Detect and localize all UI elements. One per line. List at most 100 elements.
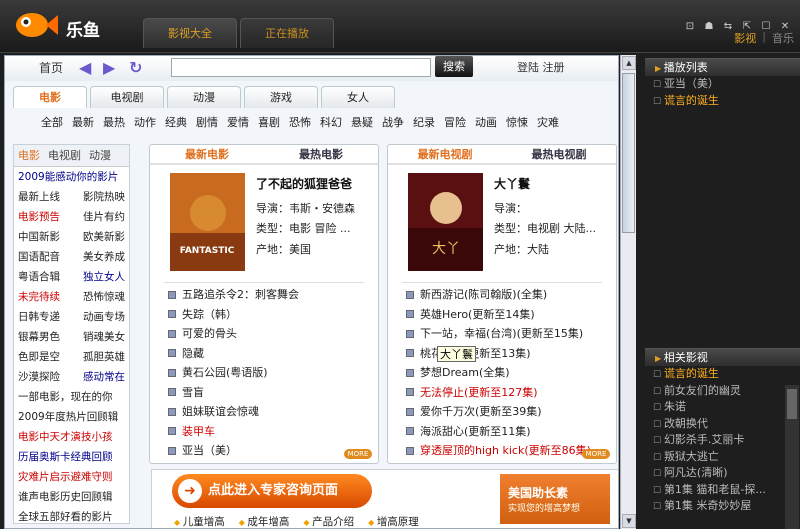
left-tab-movie[interactable]: 电影 [18,145,40,166]
forward-arrow-icon[interactable]: ▶ [103,58,115,77]
category-link[interactable]: 粤语合辑 [18,267,60,287]
related-item[interactable]: 朱诺 [645,399,800,416]
tab-women[interactable]: 女人 [321,86,395,108]
category-link[interactable]: 欧美新影 [83,227,125,247]
category-link[interactable]: 动画专场 [83,307,125,327]
related-item[interactable]: 第1集 猫和老鼠-探... [645,482,800,499]
left-tab-tv[interactable]: 电视剧 [48,145,81,166]
category-link[interactable]: 2009能感动你的影片 [18,167,118,187]
list-item[interactable]: 英雄Hero(更新至14集) [406,305,616,325]
list-item[interactable]: 五路追杀令2：刺客舞会 [168,285,378,305]
consult-button[interactable]: ➜ 点此进入专家咨询页面 [172,474,372,508]
more-button[interactable]: MORE [344,449,372,459]
item-title[interactable]: 海派甜心(更新至11集) [420,422,531,442]
more-button[interactable]: MORE [582,449,610,459]
category-link[interactable]: 感动常在 [83,367,125,387]
item-title[interactable]: 梦想Dream(全集) [420,363,510,383]
category-link[interactable]: 2009年度热片回顾辑 [18,407,118,427]
skin-icon[interactable]: ⊡ [683,20,697,34]
genre-filter-item[interactable]: 最新 [72,114,94,130]
tab-hot-movies[interactable]: 最热电影 [264,145,378,163]
list-item[interactable]: 失踪（韩） [168,305,378,325]
related-item[interactable]: 前女友们的幽灵 [645,383,800,400]
genre-filter-item[interactable]: 动画 [475,114,497,130]
item-title[interactable]: 装甲车 [182,422,215,442]
scroll-up-icon[interactable]: ▲ [622,56,636,70]
item-title[interactable]: 下一站，幸福(台湾)(更新至15集) [420,324,583,344]
genre-filter-item[interactable]: 纪录 [413,114,435,130]
category-link[interactable]: 国语配音 [18,247,60,267]
ad-link[interactable]: 产品介绍 [303,514,354,528]
main-scrollbar[interactable]: ▲ ▼ [620,55,636,529]
search-input[interactable] [171,58,431,77]
movie-title[interactable]: 了不起的狐狸爸爸 [256,175,352,192]
genre-filter-item[interactable]: 灾难 [537,114,559,130]
category-link[interactable]: 影院热映 [83,187,125,207]
playlist-item[interactable]: 谎言的诞生 [645,93,800,110]
related-item[interactable]: 第1集 米奇妙妙屋 [645,498,800,515]
ad-image[interactable]: 美国助长素 实现您的增高梦想 [500,474,610,524]
item-title[interactable]: 隐藏 [182,344,204,364]
genre-filter-item[interactable]: 喜剧 [258,114,280,130]
genre-filter-item[interactable]: 最热 [103,114,125,130]
playlist-header[interactable]: 播放列表 [645,58,800,76]
ad-link[interactable]: 儿童增高 [174,514,225,528]
category-link[interactable]: 电影中天才演技小孩 [18,427,113,447]
genre-filter-item[interactable]: 剧情 [196,114,218,130]
tab-anime[interactable]: 动漫 [167,86,241,108]
category-link[interactable]: 历届奥斯卡经典回顾 [18,447,113,467]
scroll-down-icon[interactable]: ▼ [622,514,636,528]
left-tab-anime[interactable]: 动漫 [89,145,111,166]
search-button[interactable]: 搜索 [435,56,473,77]
list-item[interactable]: 隐藏 [168,344,378,364]
category-link[interactable]: 独立女人 [83,267,125,287]
category-link[interactable]: 沙漠探险 [18,367,60,387]
login-label[interactable]: 登陆 [517,61,539,74]
related-item[interactable]: 阿凡达(清晰) [645,465,800,482]
category-link[interactable]: 未完待续 [18,287,60,307]
list-item[interactable]: 雪盲 [168,383,378,403]
category-link[interactable]: 销魂美女 [83,327,125,347]
category-link[interactable]: 谁声电影历史回顾辑 [18,487,113,507]
category-link[interactable]: 美女养成 [83,247,125,267]
related-item[interactable]: 叛狱大逃亡 [645,449,800,466]
category-link[interactable]: 佳片有约 [83,207,125,227]
register-label[interactable]: 注册 [543,61,565,74]
genre-filter-item[interactable]: 爱情 [227,114,249,130]
item-title[interactable]: 无法停止(更新至127集) [420,383,538,403]
genre-filter-item[interactable]: 全部 [41,114,63,130]
related-scrollbar[interactable] [785,385,799,529]
ad-link[interactable]: 增高原理 [368,514,419,528]
tab-movie[interactable]: 电影 [13,86,87,108]
item-title[interactable]: 亚当（美） [182,441,237,461]
scroll-thumb[interactable] [787,389,797,419]
scroll-thumb[interactable] [622,73,635,233]
genre-filter-item[interactable]: 动作 [134,114,156,130]
tab-now-playing[interactable]: 正在播放 [240,18,334,48]
item-title[interactable]: 爱你千万次(更新至39集) [420,402,542,422]
item-title[interactable]: 五路追杀令2：刺客舞会 [182,285,299,305]
list-item[interactable]: 海派甜心(更新至11集) [406,422,616,442]
related-item[interactable]: 谎言的诞生 [645,366,800,383]
genre-filter-item[interactable]: 恐怖 [289,114,311,130]
tab-tv[interactable]: 电视剧 [90,86,164,108]
item-title[interactable]: 黄石公园(粤语版) [182,363,268,383]
category-link[interactable]: 银幕男色 [18,327,60,347]
tab-game[interactable]: 游戏 [244,86,318,108]
category-link[interactable]: 最新上线 [18,187,60,207]
category-link[interactable]: 色即是空 [18,347,60,367]
item-title[interactable]: 可爱的骨头 [182,324,237,344]
tab-hot-tv[interactable]: 最热电视剧 [502,145,616,163]
item-title[interactable]: 穿透屋顶的high kick(更新至86集) [420,441,591,461]
genre-filter-item[interactable]: 悬疑 [351,114,373,130]
playlist-item[interactable]: 亚当（美） [645,76,800,93]
category-link[interactable]: 全球五部好看的影片 [18,507,113,527]
list-item[interactable]: 梦想Dream(全集) [406,363,616,383]
home-link[interactable]: 首页 [39,59,63,76]
genre-filter-item[interactable]: 惊悚 [506,114,528,130]
item-title[interactable]: 英雄Hero(更新至14集) [420,305,535,325]
nav-video[interactable]: 影视 [734,30,756,46]
tv-poster[interactable]: 大丫 [408,173,483,271]
category-link[interactable]: 孤胆英雄 [83,347,125,367]
refresh-icon[interactable]: ↻ [129,58,142,77]
